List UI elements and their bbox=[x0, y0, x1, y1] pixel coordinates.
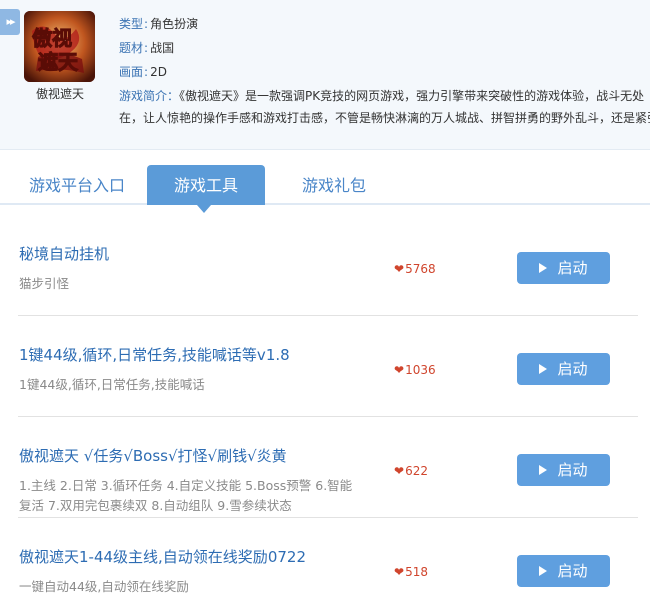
type-value: 角色扮演 bbox=[150, 17, 199, 31]
start-button[interactable]: 启动 bbox=[517, 252, 610, 284]
like-count: ❤5768 bbox=[394, 262, 436, 276]
tool-title[interactable]: 傲视遮天1-44级主线,自动领在线奖励0722 bbox=[19, 546, 306, 567]
heart-icon: ❤ bbox=[394, 262, 405, 276]
heart-icon: ❤ bbox=[394, 464, 405, 478]
tool-description: 猫步引怪 bbox=[19, 276, 70, 291]
tab-game-tools[interactable]: 游戏工具 bbox=[147, 165, 265, 205]
tool-item: 傲视遮天 √任务√Boss√打怪√刷钱√炎黄 1.主线 2.日常 3.循环任务 … bbox=[18, 445, 638, 545]
tool-item: 1键44级,循环,日常任务,技能喊话等v1.8 1键44级,循环,日常任务,技能… bbox=[18, 344, 638, 444]
tool-title[interactable]: 傲视遮天 √任务√Boss√打怪√刷钱√炎黄 bbox=[19, 445, 287, 466]
game-intro: 游戏简介：《傲视遮天》是一款强调PK竞技的网页游戏，强力引擎带来突破性的游戏体验… bbox=[119, 85, 650, 129]
tool-description: 一键自动44级,自动领在线奖励 bbox=[19, 579, 189, 594]
meta-theme: 题材: 战国 bbox=[119, 41, 175, 55]
like-count: ❤518 bbox=[394, 565, 428, 579]
like-count: ❤622 bbox=[394, 464, 428, 478]
game-cover-art: 傲视 遮天 bbox=[24, 11, 95, 82]
graphics-value: 2D bbox=[150, 65, 167, 79]
meta-type: 类型: 角色扮演 bbox=[119, 17, 199, 31]
tool-description: 1键44级,循环,日常任务,技能喊话 bbox=[19, 377, 205, 392]
tab-bar: 游戏平台入口 游戏工具 游戏礼包 bbox=[0, 165, 650, 205]
start-button[interactable]: 启动 bbox=[517, 353, 610, 385]
active-tab-indicator bbox=[197, 205, 211, 213]
svg-text:遮天: 遮天 bbox=[38, 50, 79, 74]
tool-title[interactable]: 1键44级,循环,日常任务,技能喊话等v1.8 bbox=[19, 344, 290, 365]
svg-text:傲视: 傲视 bbox=[32, 26, 72, 50]
divider bbox=[18, 416, 638, 417]
graphics-label: 画面 bbox=[119, 65, 144, 79]
tool-item: 秘境自动挂机 猫步引怪 ❤5768 启动 bbox=[18, 243, 638, 343]
type-label: 类型 bbox=[119, 17, 144, 31]
tool-description: 1.主线 2.日常 3.循环任务 4.自定义技能 5.Boss预警 6.智能复活… bbox=[19, 478, 353, 513]
play-icon bbox=[539, 364, 548, 374]
game-cover-image[interactable]: 傲视 遮天 bbox=[24, 11, 95, 82]
intro-label: 游戏简介： bbox=[119, 89, 180, 103]
play-icon bbox=[539, 566, 548, 576]
intro-line-2: 在，让人惊艳的操作手感和游戏打击感，不管是畅快淋漓的万人城战、拼智拼勇的野外乱斗… bbox=[119, 111, 650, 125]
play-icon bbox=[539, 263, 548, 273]
tab-game-gifts[interactable]: 游戏礼包 bbox=[302, 165, 372, 205]
heart-icon: ❤ bbox=[394, 363, 405, 377]
expand-sidebar-button[interactable]: ▸▸ bbox=[0, 9, 20, 35]
start-button[interactable]: 启动 bbox=[517, 555, 610, 587]
intro-line-1: 《傲视遮天》是一款强调PK竞技的网页游戏，强力引擎带来突破性的游戏体验，战斗无处 bbox=[179, 89, 645, 103]
tab-platform-entry[interactable]: 游戏平台入口 bbox=[29, 165, 129, 205]
meta-graphics: 画面: 2D bbox=[119, 65, 167, 79]
game-info-panel: ▸▸ 傲视 遮天 傲视遮天 类型: 角色扮演 题材: 战国 画面: 2D 游戏简介：《… bbox=[0, 0, 650, 150]
start-button[interactable]: 启动 bbox=[517, 454, 610, 486]
theme-label: 题材 bbox=[119, 41, 144, 55]
like-count: ❤1036 bbox=[394, 363, 436, 377]
play-icon bbox=[539, 465, 548, 475]
game-name[interactable]: 傲视遮天 bbox=[14, 85, 106, 102]
tool-item: 傲视遮天1-44级主线,自动领在线奖励0722 一键自动44级,自动领在线奖励 … bbox=[18, 546, 638, 601]
heart-icon: ❤ bbox=[394, 565, 405, 579]
theme-value: 战国 bbox=[150, 41, 175, 55]
divider bbox=[18, 517, 638, 518]
tool-title[interactable]: 秘境自动挂机 bbox=[19, 243, 109, 264]
divider bbox=[18, 315, 638, 316]
